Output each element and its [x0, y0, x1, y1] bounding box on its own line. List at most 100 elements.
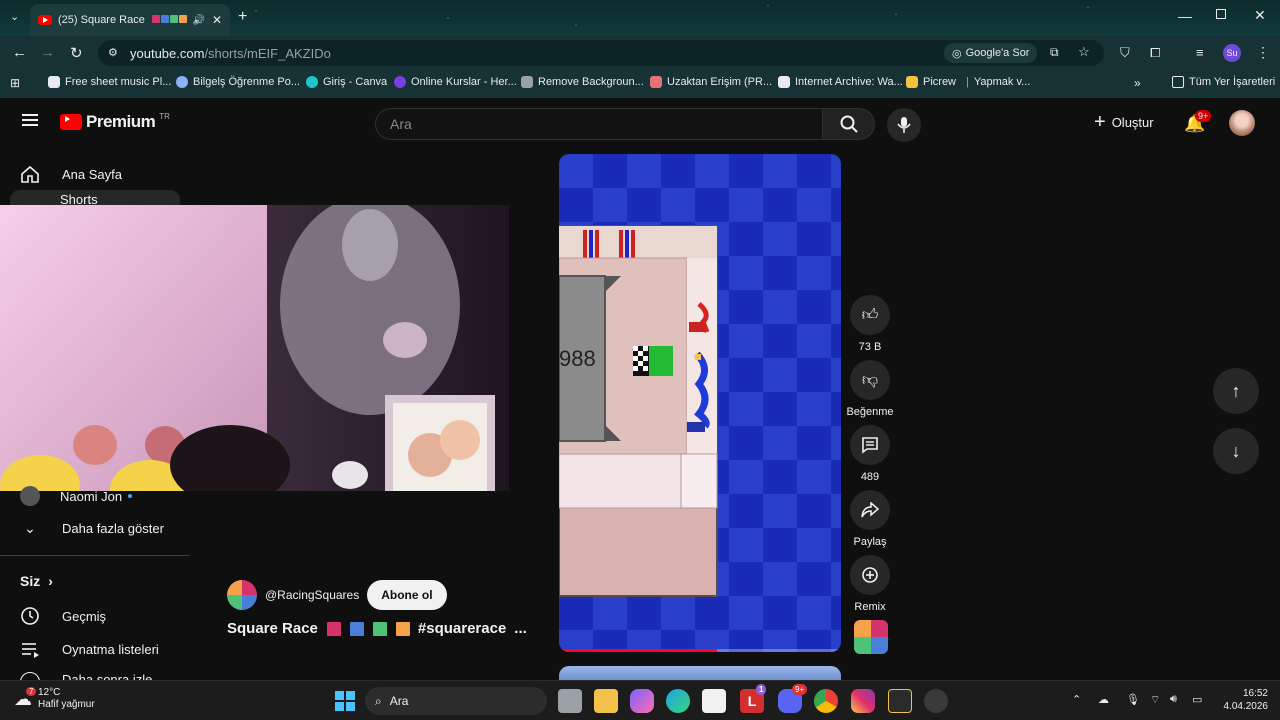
window-close-icon[interactable]: ✕: [1254, 7, 1266, 24]
app-circle-icon[interactable]: [924, 689, 948, 713]
tab-search-icon[interactable]: ⌄: [10, 10, 19, 23]
bookmark-item[interactable]: Bilgelş Öğrenme Po...: [176, 76, 300, 88]
bookmark-item[interactable]: Free sheet music Pl...: [48, 76, 171, 88]
bookmark-item[interactable]: Remove Backgroun...: [521, 76, 644, 88]
bookmark-item[interactable]: Online Kurslar - Her...: [394, 76, 517, 88]
short-title[interactable]: Square Race #squarerace ...: [227, 620, 527, 637]
weather-widget[interactable]: ☁ 7 12°C Hafif yağmur: [14, 686, 95, 711]
bookmark-label: Yapmak v...: [973, 76, 1031, 88]
bookmark-item[interactable]: Picrew: [906, 76, 956, 88]
url-path: /shorts/mEIF_AKZIDo: [204, 45, 331, 61]
shorts-video-player[interactable]: 988: [559, 154, 841, 652]
sound-thumbnail[interactable]: [854, 620, 888, 654]
new-content-dot: [128, 494, 133, 498]
bookmark-item[interactable]: | Yapmak v...: [966, 76, 1030, 88]
sidebar-item-home[interactable]: Ana Sayfa: [20, 165, 122, 183]
profile-avatar[interactable]: Su: [1223, 44, 1241, 62]
chrome-menu-icon[interactable]: ⋮: [1256, 44, 1270, 61]
previous-short-button[interactable]: ↑: [1213, 368, 1259, 414]
video-progress-track[interactable]: [559, 649, 841, 652]
like-button[interactable]: 👍︎: [850, 295, 890, 335]
wifi-icon[interactable]: ⌔: [1150, 693, 1160, 707]
create-button[interactable]: + Oluştur: [1094, 112, 1154, 132]
window-minimize-icon[interactable]: —: [1178, 8, 1192, 24]
user-avatar[interactable]: [1229, 110, 1255, 136]
search-button[interactable]: [823, 108, 875, 140]
channel-row: @RacingSquares Abone ol: [227, 580, 447, 610]
media-icon[interactable]: ≡: [1196, 45, 1204, 60]
voice-search-button[interactable]: [887, 108, 921, 142]
chrome-icon[interactable]: [814, 689, 838, 713]
volume-icon[interactable]: 🔊︎: [1170, 693, 1177, 706]
install-icon[interactable]: ⧉: [1050, 45, 1059, 60]
task-view-icon[interactable]: [558, 689, 582, 713]
all-bookmarks-button[interactable]: Tüm Yer İşaretleri: [1172, 76, 1275, 88]
app-pen-icon[interactable]: [888, 689, 912, 713]
search-icon: [840, 115, 858, 133]
share-button[interactable]: [850, 490, 890, 530]
start-button[interactable]: [335, 691, 355, 711]
taskbar-search[interactable]: ⌕ Ara: [365, 687, 547, 715]
edge-icon[interactable]: [666, 689, 690, 713]
notifications-button[interactable]: 🔔 9+: [1184, 110, 1212, 134]
short-hashtag[interactable]: #squarerace: [418, 620, 506, 637]
sidebar-show-more[interactable]: ⌄ Daha fazla göster: [20, 520, 164, 537]
remix-button[interactable]: [850, 555, 890, 595]
mic-tray-icon[interactable]: 🎙︎: [1126, 693, 1140, 706]
channel-avatar[interactable]: [227, 580, 257, 610]
video-progress-fill: [559, 649, 717, 652]
subscribe-button[interactable]: Abone ol: [367, 580, 447, 610]
instagram-icon[interactable]: [851, 689, 875, 713]
dislike-button[interactable]: 👎︎: [850, 360, 890, 400]
extensions-icon[interactable]: ⧠: [1150, 45, 1160, 61]
sidebar-item-history[interactable]: Geçmiş: [20, 606, 106, 626]
comments-button[interactable]: [850, 425, 890, 465]
reload-icon[interactable]: ↻: [70, 44, 83, 62]
copilot-icon[interactable]: [630, 689, 654, 713]
discord-icon[interactable]: 9+: [778, 684, 808, 713]
sidebar-subscription-item[interactable]: Naomi Jon: [20, 486, 133, 506]
apps-grid-icon[interactable]: ⊞: [10, 76, 20, 90]
windows-taskbar: ☁ 7 12°C Hafif yağmur ⌕ Ara L1 9+ ⌃ ☁ 🎙︎ ⌔…: [0, 680, 1280, 720]
extension-shield-icon[interactable]: ⛉: [1120, 45, 1130, 61]
window-restore-icon[interactable]: [1216, 9, 1226, 19]
hamburger-menu-icon[interactable]: [22, 114, 38, 126]
next-short-preview[interactable]: [559, 666, 841, 680]
forward-icon[interactable]: →: [40, 44, 55, 61]
new-tab-icon[interactable]: +: [238, 8, 247, 26]
game-counter-text: 988: [559, 346, 596, 371]
sidebar-item-watch-later[interactable]: Daha sonra izle: [20, 672, 152, 680]
google-ask-button[interactable]: ◎ Google'a Sor: [944, 43, 1038, 63]
app-l-icon[interactable]: L1: [740, 684, 767, 713]
bookmark-star-icon[interactable]: ☆: [1078, 44, 1090, 60]
browser-tab-active[interactable]: (25) Square Race 🔊 ✕: [30, 4, 230, 36]
picture-in-picture-video[interactable]: [0, 205, 509, 491]
youtube-logo[interactable]: Premium TR: [60, 112, 170, 132]
remix-action[interactable]: Remix: [850, 555, 890, 613]
tab-audio-icon[interactable]: 🔊: [193, 15, 205, 26]
sidebar-you-header[interactable]: Siz ›: [20, 573, 53, 589]
next-short-button[interactable]: ↓: [1213, 428, 1259, 474]
bookmark-item[interactable]: Uzaktan Erişim (PR...: [650, 76, 772, 88]
search-input[interactable]: Ara: [375, 108, 823, 140]
bookmark-label: Picrew: [923, 76, 957, 88]
clock[interactable]: 16:52 4.04.2026: [1222, 687, 1269, 713]
store-icon[interactable]: [702, 689, 726, 713]
dislike-action[interactable]: 👎︎ Beğenme: [846, 360, 894, 418]
tray-overflow-icon[interactable]: ⌃: [1072, 693, 1081, 706]
bookmarks-overflow-icon[interactable]: »: [1134, 76, 1141, 90]
comments-action[interactable]: 489: [850, 425, 890, 483]
channel-handle[interactable]: @RacingSquares: [265, 588, 359, 602]
battery-icon[interactable]: ▭: [1192, 693, 1202, 706]
like-action[interactable]: 👍︎ 73 B: [850, 295, 890, 353]
tab-close-icon[interactable]: ✕: [212, 13, 222, 27]
onedrive-icon[interactable]: ☁: [1098, 693, 1109, 706]
address-bar[interactable]: ⚙ youtube.com/shorts/mEIF_AKZIDo ◎ Google…: [98, 40, 1104, 66]
site-info-icon[interactable]: ⚙: [108, 46, 118, 59]
sidebar-item-playlists[interactable]: Oynatma listeleri: [20, 640, 159, 658]
share-action[interactable]: Paylaş: [850, 490, 890, 548]
bookmark-item[interactable]: Internet Archive: Wa...: [778, 76, 903, 88]
file-explorer-icon[interactable]: [594, 689, 618, 713]
bookmark-item[interactable]: Giriş - Canva: [306, 76, 387, 88]
back-icon[interactable]: ←: [12, 44, 27, 61]
